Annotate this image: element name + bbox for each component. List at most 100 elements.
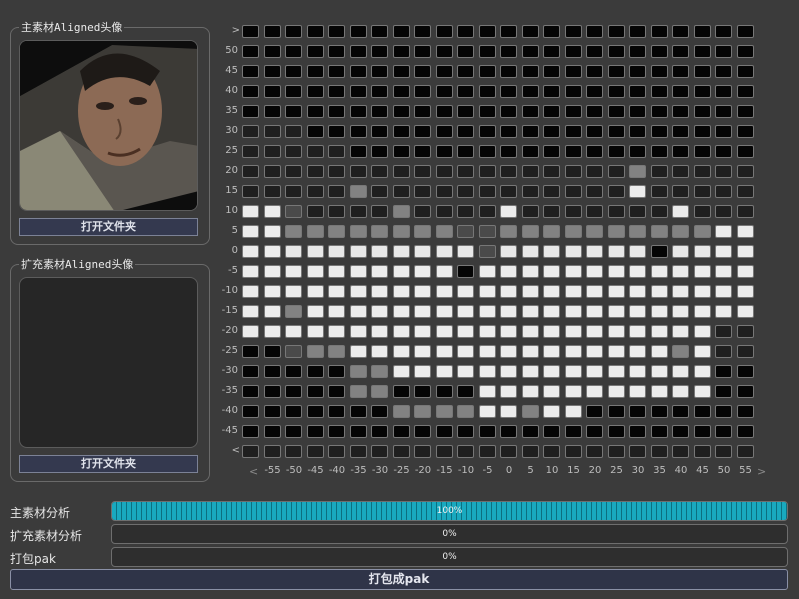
pose-cell: [435, 25, 453, 38]
pose-cell: [736, 225, 754, 238]
pose-cell: [371, 445, 388, 458]
pose-cell: [457, 265, 474, 278]
pose-cell: [629, 365, 646, 378]
pose-cell: [693, 125, 711, 138]
pose-cell: [693, 385, 711, 398]
pose-cell: [285, 65, 302, 78]
pose-cell: [521, 145, 539, 158]
pose-cell: [306, 205, 324, 218]
scroll-up-arrow[interactable]: >: [222, 25, 240, 36]
pose-cell: [650, 45, 668, 58]
pose-cell: [607, 65, 625, 78]
pose-cell: [285, 105, 302, 118]
pose-cell: [543, 145, 560, 158]
pose-cell: [629, 405, 646, 418]
pose-cell: [500, 385, 517, 398]
pose-cell: [263, 185, 281, 198]
pose-cell: [607, 45, 625, 58]
scroll-down-arrow[interactable]: <: [222, 445, 240, 456]
pose-cell: [693, 345, 711, 358]
extra-analysis-progress: 0%: [111, 524, 788, 544]
pose-cell: [693, 225, 711, 238]
pose-cell: [328, 85, 345, 98]
pose-cell: [242, 425, 259, 438]
pose-cell: [371, 385, 388, 398]
pose-cell: [693, 65, 711, 78]
pose-cell: [478, 165, 496, 178]
pose-cell: [650, 325, 668, 338]
pose-cell: [263, 205, 281, 218]
pose-cell: [607, 385, 625, 398]
pose-cell: [521, 245, 539, 258]
pose-cell: [607, 365, 625, 378]
pose-cell: [629, 45, 646, 58]
pose-cell: [414, 345, 431, 358]
pose-cell: [629, 25, 646, 38]
open-folder-button-extra[interactable]: 打开文件夹: [19, 455, 198, 473]
pose-cell: [392, 265, 410, 278]
pose-cell: [543, 385, 560, 398]
pose-cell: [672, 265, 689, 278]
pose-cell: [736, 385, 754, 398]
pose-cell: [349, 265, 367, 278]
pose-cell: [285, 285, 302, 298]
y-axis-label: -25: [221, 345, 238, 356]
pose-cell: [715, 245, 732, 258]
pose-cell: [371, 405, 388, 418]
pose-cell: [564, 185, 582, 198]
pose-cell: [586, 265, 603, 278]
pose-cell: [306, 165, 324, 178]
pose-cell: [715, 205, 732, 218]
pose-cell: [693, 145, 711, 158]
pose-cell: [414, 325, 431, 338]
pose-cell: [478, 305, 496, 318]
pose-cell: [306, 145, 324, 158]
pose-cell: [435, 345, 453, 358]
pose-cell: [736, 285, 754, 298]
pose-cell: [543, 105, 560, 118]
pose-cell: [607, 325, 625, 338]
pose-cell: [349, 325, 367, 338]
pose-cell: [242, 85, 259, 98]
pose-cell: [457, 365, 474, 378]
pose-cell: [693, 105, 711, 118]
pose-cell: [607, 425, 625, 438]
pose-cell: [328, 445, 345, 458]
pose-cell: [285, 245, 302, 258]
pose-cell: [521, 45, 539, 58]
pose-cell: [414, 165, 431, 178]
pose-cell: [586, 225, 603, 238]
open-folder-button-main[interactable]: 打开文件夹: [19, 218, 198, 236]
pose-cell: [736, 245, 754, 258]
pose-cell: [736, 185, 754, 198]
pose-cell: [478, 325, 496, 338]
pose-cell: [650, 125, 668, 138]
pose-cell: [478, 85, 496, 98]
pose-cell: [521, 425, 539, 438]
pose-cell: [285, 145, 302, 158]
pose-cell: [328, 205, 345, 218]
pose-cell: [242, 385, 259, 398]
pose-cell: [285, 25, 302, 38]
pose-cell: [693, 45, 711, 58]
pose-cell: [435, 425, 453, 438]
pose-cell: [392, 125, 410, 138]
pose-cell: [435, 305, 453, 318]
pose-cell: [543, 125, 560, 138]
pose-cell: [457, 405, 474, 418]
pose-cell: [371, 285, 388, 298]
y-axis-label: -40: [221, 405, 238, 416]
pose-cell: [736, 85, 754, 98]
pose-cell: [672, 445, 689, 458]
pose-cell: [586, 185, 603, 198]
pose-cell: [672, 45, 689, 58]
pose-cell: [392, 445, 410, 458]
pose-cell: [650, 205, 668, 218]
pack-pak-button[interactable]: 打包成pak: [10, 569, 788, 590]
pose-cell: [521, 325, 539, 338]
extra-material-title: 扩充素材Aligned头像: [19, 258, 136, 271]
pose-cell: [306, 65, 324, 78]
scroll-right-arrow[interactable]: >: [757, 465, 766, 478]
scroll-left-arrow[interactable]: <: [249, 465, 258, 478]
pose-cell: [478, 145, 496, 158]
